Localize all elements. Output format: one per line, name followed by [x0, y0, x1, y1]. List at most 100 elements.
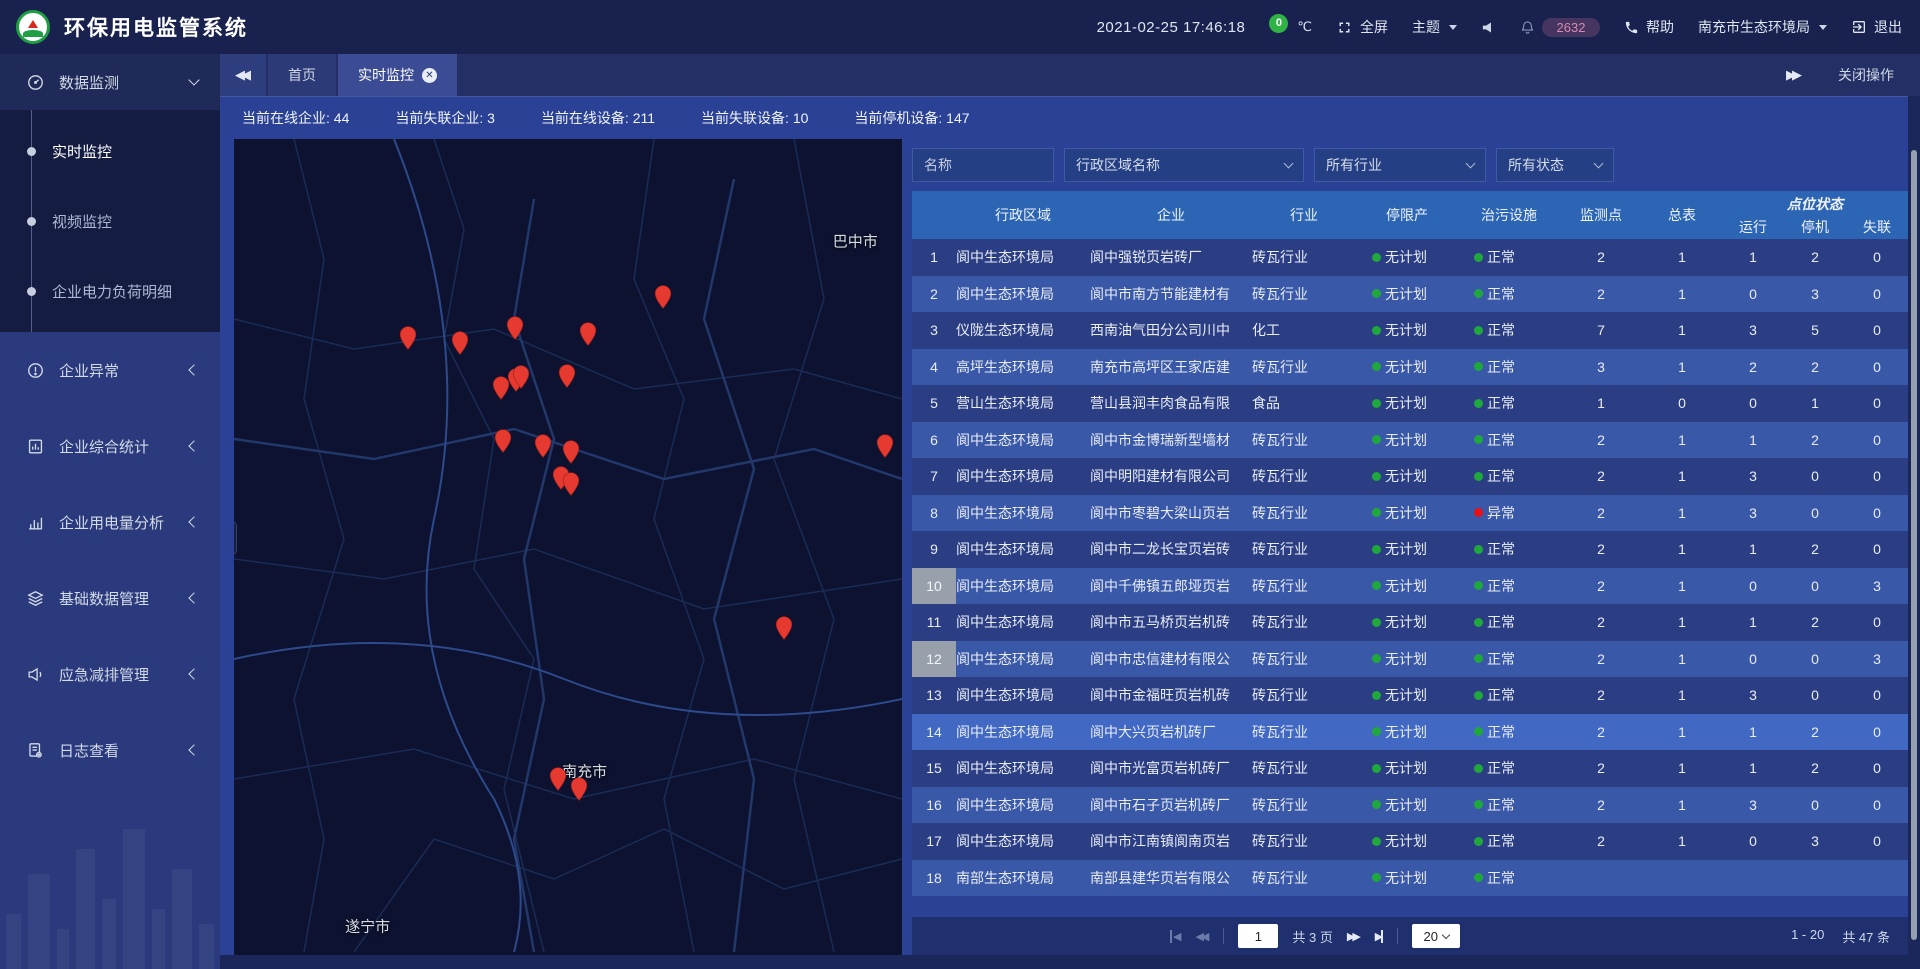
page-number-input[interactable] [1238, 924, 1278, 948]
limit-status-label: 无计划 [1385, 612, 1427, 632]
logout-button[interactable]: 退出 [1851, 17, 1902, 37]
region-cell: 阆中生态环境局 [956, 795, 1090, 815]
table-row[interactable]: 16阆中生态环境局阆中市石子页岩机砖厂砖瓦行业无计划正常21300 [912, 787, 1908, 824]
last-page-button[interactable]: ▶ [1375, 930, 1383, 943]
sidebar-item-5[interactable]: 基础数据管理 [0, 560, 220, 636]
company-cell: 阆中市枣碧大梁山页岩 [1090, 503, 1252, 523]
notification-widget[interactable]: 2632 [1520, 18, 1600, 37]
log-icon [26, 741, 45, 760]
sidebar-subitem[interactable]: 企业电力负荷明细 [0, 256, 220, 326]
close-icon[interactable]: ✕ [422, 68, 437, 83]
temperature-widget: 0 ℃ [1269, 19, 1312, 35]
map-pin-icon[interactable] [494, 429, 511, 458]
meters-cell: 1 [1642, 578, 1722, 594]
map-pin-icon[interactable] [563, 440, 580, 469]
app-root: 环保用电监管系统 2021-02-25 17:46:18 0 ℃ 全屏 主题 2… [0, 0, 1920, 969]
company-cell: 阆中市光富页岩机砖厂 [1090, 758, 1252, 778]
region-cell: 仪陇生态环境局 [956, 320, 1090, 340]
table-row[interactable]: 18南部生态环境局南部县建华页岩有限公砖瓦行业无计划正常 [912, 860, 1908, 897]
tabs-scroll-right-button[interactable]: ▶▶ [1786, 67, 1802, 83]
status-dot-icon [1372, 727, 1381, 736]
table-row[interactable]: 4高坪生态环境局南充市高坪区王家店建砖瓦行业无计划正常31220 [912, 349, 1908, 386]
table-row[interactable]: 7阆中生态环境局阆中明阳建材有限公司砖瓦行业无计划正常21300 [912, 458, 1908, 495]
sound-toggle-button[interactable] [1481, 20, 1496, 35]
sidebar-item-4[interactable]: 企业用电量分析 [0, 484, 220, 560]
map-pin-icon[interactable] [571, 777, 588, 806]
table-row[interactable]: 12阆中生态环境局阆中市忠信建材有限公砖瓦行业无计划正常21003 [912, 641, 1908, 678]
map-canvas[interactable]: 巴中市南充市遂宁市 [234, 139, 902, 955]
datetime-text: 2021-02-25 17:46:18 [1097, 19, 1246, 36]
map-pin-icon[interactable] [451, 331, 468, 360]
industry-filter-select[interactable]: 所有行业 [1314, 148, 1486, 182]
map-pin-icon[interactable] [399, 326, 416, 355]
first-page-button[interactable]: ◀ [1170, 930, 1181, 943]
page-scrollbar[interactable] [1911, 150, 1917, 940]
run-count-cell: 3 [1722, 505, 1784, 521]
next-page-button[interactable]: ▶▶ [1347, 930, 1361, 943]
status-filter-select[interactable]: 所有状态 [1496, 148, 1614, 182]
map-pin-icon[interactable] [535, 434, 552, 463]
table-row[interactable]: 10阆中生态环境局阆中千佛镇五郎垭页岩砖瓦行业无计划正常21003 [912, 568, 1908, 605]
name-filter-input[interactable] [924, 157, 1042, 173]
table-row[interactable]: 1阆中生态环境局阆中强锐页岩砖厂砖瓦行业无计划正常21120 [912, 239, 1908, 276]
table-row[interactable]: 17阆中生态环境局阆中市江南镇阆南页岩砖瓦行业无计划正常21030 [912, 823, 1908, 860]
status-dot-icon [1474, 800, 1483, 809]
run-count-cell: 0 [1722, 833, 1784, 849]
name-filter-field[interactable] [912, 148, 1054, 182]
help-button[interactable]: 帮助 [1624, 17, 1674, 37]
table-row[interactable]: 6阆中生态环境局阆中市金博瑞新型墙材砖瓦行业无计划正常21120 [912, 422, 1908, 459]
table-row[interactable]: 5营山生态环境局营山县润丰肉食品有限食品无计划正常10010 [912, 385, 1908, 422]
map-pin-icon[interactable] [654, 285, 671, 314]
map-pin-icon[interactable] [877, 434, 894, 463]
row-index-cell: 9 [912, 531, 956, 568]
tab-home[interactable]: 首页 [268, 54, 336, 96]
sidebar-item-6[interactable]: 应急减排管理 [0, 636, 220, 712]
prev-page-button[interactable]: ◀◀ [1195, 930, 1209, 943]
row-index-cell: 10 [912, 568, 956, 605]
table-row[interactable]: 14阆中生态环境局阆中大兴页岩机砖厂砖瓦行业无计划正常21120 [912, 714, 1908, 751]
map-pin-icon[interactable] [775, 616, 792, 645]
sidebar-item-label: 企业综合统计 [59, 436, 149, 457]
map-pin-icon[interactable] [549, 767, 566, 796]
sidebar-item-1[interactable]: 数据监测 [0, 54, 220, 110]
sidebar-subitem[interactable]: 视频监控 [0, 186, 220, 256]
sidebar-item-7[interactable]: 日志查看 [0, 712, 220, 788]
map-pin-icon[interactable] [563, 472, 580, 501]
fullscreen-button[interactable]: 全屏 [1336, 17, 1388, 37]
table-row[interactable]: 11阆中生态环境局阆中市五马桥页岩机砖砖瓦行业无计划正常21120 [912, 604, 1908, 641]
meters-cell: 1 [1642, 468, 1722, 484]
meters-cell: 1 [1642, 359, 1722, 375]
industry-cell: 砖瓦行业 [1252, 685, 1356, 705]
tab-realtime-monitor[interactable]: 实时监控 ✕ [338, 54, 457, 96]
table-row[interactable]: 8阆中生态环境局阆中市枣碧大梁山页岩砖瓦行业无计划异常21300 [912, 495, 1908, 532]
table-row[interactable]: 9阆中生态环境局阆中市二龙长宝页岩砖砖瓦行业无计划正常21120 [912, 531, 1908, 568]
map-pin-icon[interactable] [580, 322, 597, 351]
region-filter-select[interactable]: 行政区域名称 [1064, 148, 1304, 182]
map-collapse-button[interactable] [234, 521, 237, 555]
map-pin-icon[interactable] [513, 365, 530, 394]
tabs-scroll-left-button[interactable]: ◀◀ [220, 54, 266, 96]
theme-label: 主题 [1412, 17, 1440, 37]
company-cell: 南充市高坪区王家店建 [1090, 357, 1252, 377]
close-operations-button[interactable]: 关闭操作 [1838, 65, 1894, 85]
region-cell: 阆中生态环境局 [956, 576, 1090, 596]
table-row[interactable]: 13阆中生态环境局阆中市金福旺页岩机砖砖瓦行业无计划正常21300 [912, 677, 1908, 714]
table-row[interactable]: 15阆中生态环境局阆中市光富页岩机砖厂砖瓦行业无计划正常21120 [912, 750, 1908, 787]
theme-dropdown[interactable]: 主题 [1412, 17, 1457, 37]
map-pin-icon[interactable] [559, 364, 576, 393]
megaphone-icon [26, 665, 45, 684]
status-dot-icon [1474, 253, 1483, 262]
facility-status-label: 正常 [1487, 758, 1515, 778]
column-group-point-status: 点位状态 [1722, 191, 1908, 215]
map-pin-icon[interactable] [506, 316, 523, 345]
table-row[interactable]: 2阆中生态环境局阆中市南方节能建材有砖瓦行业无计划正常21030 [912, 276, 1908, 313]
lost-count-cell: 0 [1846, 760, 1908, 776]
sidebar-item-2[interactable]: 企业异常 [0, 332, 220, 408]
company-cell: 阆中市金博瑞新型墙材 [1090, 430, 1252, 450]
sidebar-item-3[interactable]: 企业综合统计 [0, 408, 220, 484]
column-header-industry: 行业 [1252, 191, 1356, 239]
table-row[interactable]: 3仪陇生态环境局西南油气田分公司川中化工无计划正常71350 [912, 312, 1908, 349]
sidebar-subitem[interactable]: 实时监控 [0, 116, 220, 186]
page-size-select[interactable]: 20 [1412, 924, 1460, 948]
org-dropdown[interactable]: 南充市生态环境局 [1698, 17, 1827, 37]
